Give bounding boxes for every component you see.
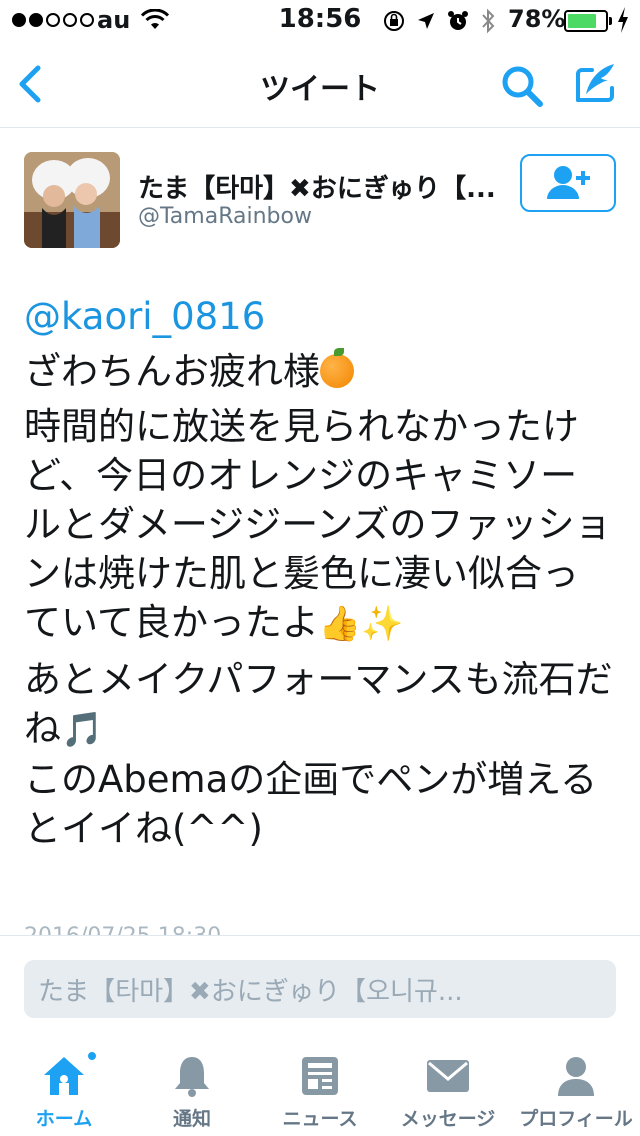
compose-tweet-button[interactable] bbox=[570, 60, 620, 110]
location-arrow-icon bbox=[416, 11, 436, 35]
bluetooth-icon bbox=[480, 8, 496, 38]
tab-notifications[interactable]: 通知 bbox=[128, 1040, 256, 1136]
tweet-paragraph-3: あとメイクパフォーマンスも流石だね🎵 bbox=[24, 658, 613, 750]
music-note-emoji-icon: 🎵 bbox=[61, 710, 104, 750]
mention-link[interactable]: @kaori_0816 bbox=[24, 292, 614, 341]
tweet-line-1: ざわちんお疲れ様 bbox=[24, 347, 614, 396]
news-icon bbox=[302, 1057, 338, 1095]
battery-percent: 78% bbox=[508, 5, 566, 33]
tab-messages[interactable]: メッセージ bbox=[384, 1040, 512, 1136]
avatar[interactable] bbox=[24, 152, 120, 248]
display-name[interactable]: たま【타마】✖︎おにぎゅり【... bbox=[138, 168, 510, 205]
alarm-icon bbox=[446, 9, 470, 37]
home-icon bbox=[44, 1057, 84, 1095]
tweet-text: @kaori_0816 ざわちんお疲れ様 時間的に放送を見られなかったけど、今日… bbox=[24, 292, 614, 859]
battery-icon bbox=[564, 10, 608, 32]
orange-emoji-icon bbox=[320, 348, 354, 388]
charging-icon bbox=[616, 6, 630, 38]
envelope-icon bbox=[427, 1060, 469, 1092]
compose-tweet-icon bbox=[576, 64, 614, 102]
thumbs-sparkles-emoji-icon: 👍✨ bbox=[318, 604, 404, 644]
tweet-paragraph-2: 時間的に放送を見られなかったけど、今日のオレンジのキャミソールとダメージジーンズ… bbox=[24, 405, 612, 644]
profile-icon bbox=[558, 1057, 594, 1096]
status-bar: au 18:56 78% bbox=[0, 0, 640, 40]
tab-news[interactable]: ニュース bbox=[256, 1040, 384, 1136]
tab-profile[interactable]: プロフィール bbox=[512, 1040, 640, 1136]
search-icon bbox=[502, 66, 543, 107]
new-tweets-badge bbox=[86, 1050, 98, 1062]
bell-icon bbox=[175, 1057, 209, 1097]
search-button[interactable] bbox=[498, 62, 546, 110]
screen-name[interactable]: @TamaRainbow bbox=[138, 204, 312, 229]
reply-input[interactable]: たま【타마】✖︎おにぎゅり【오니규... bbox=[24, 960, 616, 1018]
add-user-icon bbox=[547, 166, 590, 199]
follow-button[interactable] bbox=[520, 154, 616, 212]
orientation-lock-icon bbox=[382, 9, 406, 37]
navigation-bar: ツイート bbox=[0, 40, 640, 128]
tweet-paragraph-4: このAbemaの企画でペンが増えるとイイね(^^) bbox=[24, 758, 598, 850]
tab-home[interactable]: ホーム bbox=[0, 1040, 128, 1136]
tab-bar: ホーム 通知 ニュース メッセージ プロフィール bbox=[0, 1040, 640, 1136]
